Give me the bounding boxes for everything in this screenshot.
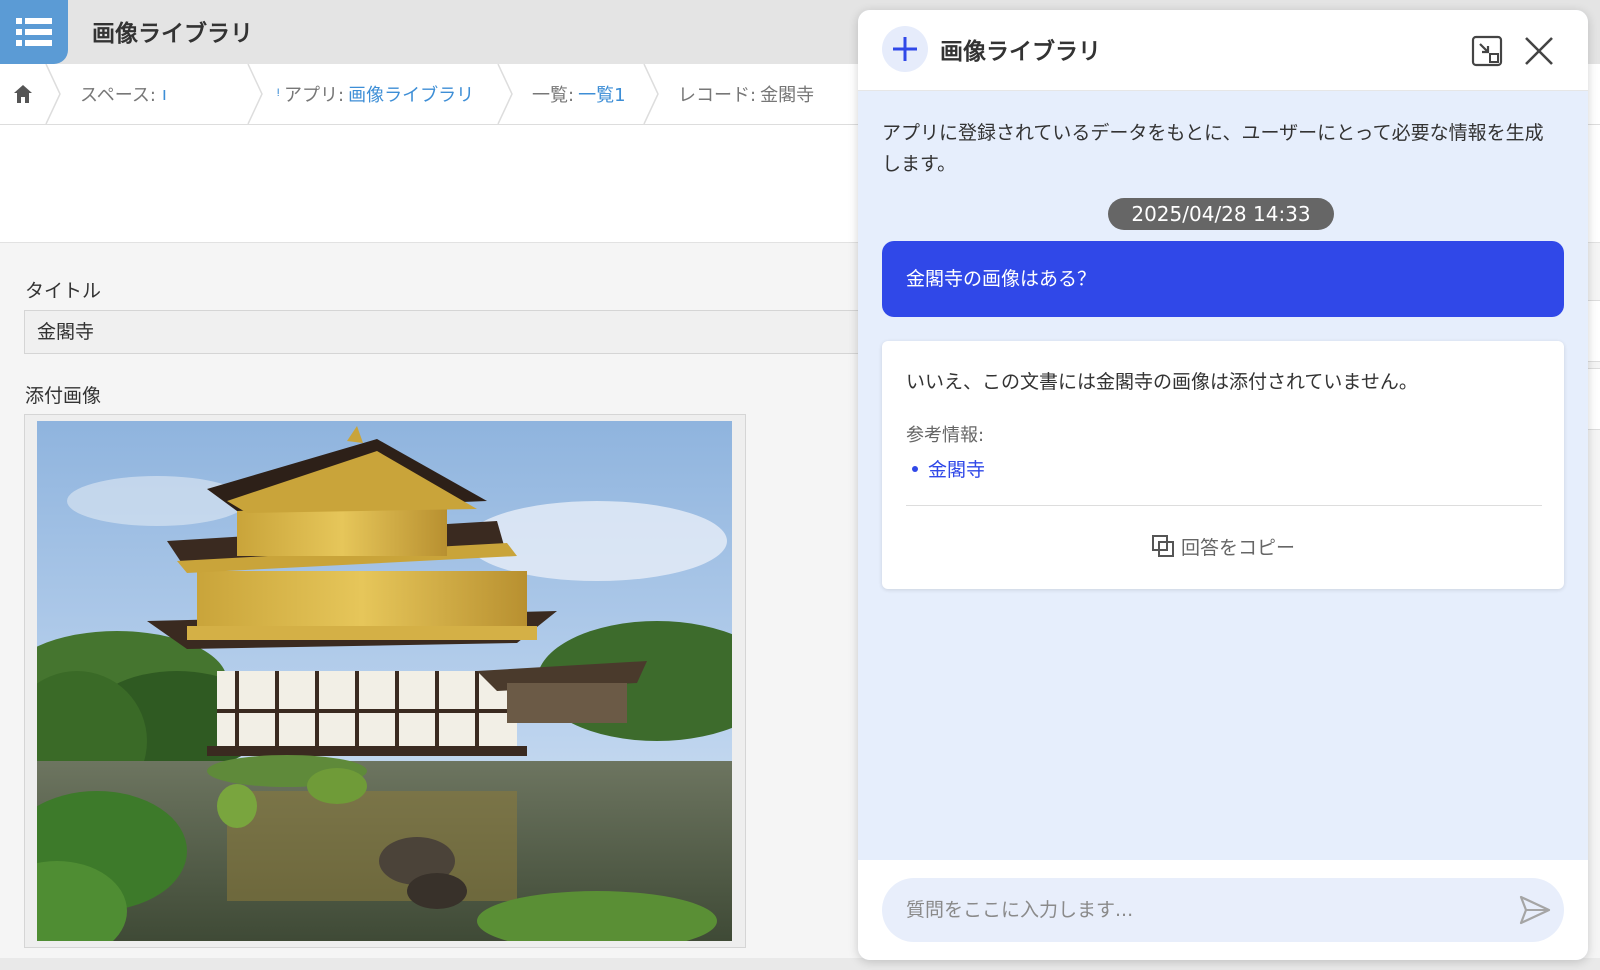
app-menu-button[interactable] [0, 0, 68, 64]
minimize-button[interactable] [1468, 32, 1506, 70]
chat-title: 画像ライブラリ [940, 39, 1101, 65]
answer-divider [906, 505, 1542, 506]
breadcrumb-separator [643, 64, 659, 124]
close-button[interactable] [1520, 32, 1558, 70]
send-icon [1519, 895, 1551, 925]
chat-intro-text: アプリに登録されているデータをもとに、ユーザーにとって必要な情報を生成します。 [882, 122, 1544, 175]
breadcrumb-separator [497, 64, 513, 124]
breadcrumb-home[interactable] [12, 64, 34, 124]
breadcrumb-app[interactable]: アプリ: 画像ライブラリ [284, 64, 474, 124]
breadcrumb-record-value: 金閣寺 [760, 85, 815, 106]
list-icon [16, 18, 52, 46]
temple-photo [37, 421, 732, 941]
breadcrumb-space-label: スペース: [80, 85, 156, 106]
new-chat-button[interactable] [882, 26, 928, 72]
breadcrumb-record: レコード: 金閣寺 [678, 64, 814, 124]
plus-icon [893, 37, 917, 61]
title-field-label: タイトル [25, 280, 102, 302]
app-title: 画像ライブラリ [92, 21, 253, 47]
answer-text: いいえ、この文書には金閣寺の画像は添付されていません。 [906, 371, 1418, 393]
breadcrumb-app-link[interactable]: 画像ライブラリ [348, 81, 474, 107]
ai-chat-panel: 画像ライブラリ アプリに登録されているデータをもとに、ユーザーにとって必要な情報… [858, 10, 1588, 960]
reference-link[interactable]: 金閣寺 [906, 455, 985, 482]
user-message-bubble: 金閣寺の画像はある？ [882, 241, 1564, 317]
copy-answer-button[interactable]: 回答をコピー [882, 531, 1564, 561]
breadcrumb-list-link[interactable]: 一覧1 [578, 81, 625, 107]
chat-header: 画像ライブラリ [858, 10, 1588, 91]
breadcrumb-separator [247, 64, 263, 124]
reference-link-label[interactable]: 金閣寺 [928, 455, 985, 482]
breadcrumb-app-label: アプリ: [284, 85, 345, 106]
message-timestamp: 2025/04/28 14:33 [1108, 198, 1334, 230]
breadcrumb-list-label: 一覧: [532, 85, 575, 106]
chat-input-area [858, 860, 1588, 960]
minimize-icon [1471, 35, 1503, 67]
ai-answer-card: いいえ、この文書には金閣寺の画像は添付されていません。 参考情報: 金閣寺 回答… [882, 341, 1564, 589]
home-icon [14, 85, 32, 103]
breadcrumb-separator [45, 64, 61, 124]
send-button[interactable] [1518, 894, 1554, 928]
copy-answer-label: 回答をコピー [1180, 536, 1295, 559]
close-icon [1525, 37, 1553, 65]
copy-icon [1151, 535, 1174, 557]
image-field-label: 添付画像 [25, 385, 102, 407]
bullet-icon [912, 465, 918, 472]
breadcrumb-list[interactable]: 一覧: 一覧1 [532, 64, 626, 124]
reference-label: 参考情報: [906, 425, 985, 446]
attached-image[interactable] [37, 421, 732, 941]
breadcrumb-record-label: レコード: [678, 85, 757, 106]
title-field-value: 金閣寺 [24, 310, 924, 354]
question-input[interactable] [882, 878, 1564, 942]
